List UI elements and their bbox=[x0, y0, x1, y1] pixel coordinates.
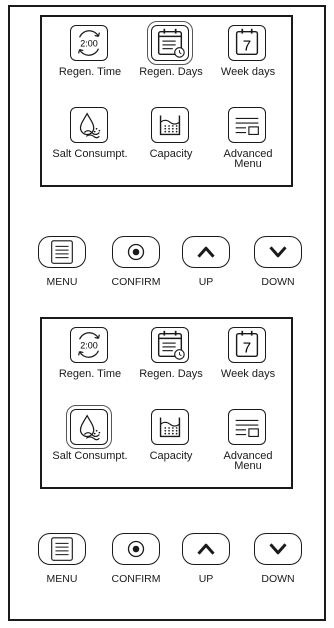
capacity-tank-icon bbox=[151, 409, 189, 445]
button-label: CONFIRM bbox=[111, 276, 161, 288]
advanced-menu-icon bbox=[228, 409, 266, 445]
calendar-day-icon: 7 bbox=[228, 327, 266, 363]
menu-item-label: Capacity bbox=[149, 450, 193, 462]
down-button-1[interactable]: DOWN bbox=[254, 236, 302, 288]
menu-item-capacity[interactable]: Capacity bbox=[133, 403, 209, 483]
menu-item-label: Regen. Time bbox=[58, 368, 122, 380]
capacity-tank-icon bbox=[151, 107, 189, 143]
week-days-icon-text: 7 bbox=[243, 38, 251, 55]
menu-button-1[interactable]: MENU bbox=[38, 236, 86, 288]
chevron-down-icon bbox=[254, 533, 302, 565]
menu-item-regen-days[interactable]: Regen. Days bbox=[133, 321, 209, 401]
chevron-up-icon bbox=[182, 533, 230, 565]
menu-item-label: Week days bbox=[220, 368, 276, 380]
up-button-1[interactable]: UP bbox=[182, 236, 230, 288]
menu-item-regen-days[interactable]: Regen. Days bbox=[133, 19, 209, 99]
calendar-day-icon: 7 bbox=[228, 25, 266, 61]
menu-item-label: Salt Consumpt. bbox=[52, 450, 128, 462]
menu-item-label: Regen. Time bbox=[58, 66, 122, 78]
button-label: DOWN bbox=[261, 573, 295, 585]
menu-item-week-days[interactable]: 7 Week days bbox=[210, 321, 286, 401]
menu-item-week-days[interactable]: 7 Week days bbox=[210, 19, 286, 99]
advanced-menu-icon bbox=[228, 107, 266, 143]
menu-item-regen-time[interactable]: 2:00 Regen. Time bbox=[52, 321, 128, 401]
display-screen-2: 2:00 Regen. Time Regen. Days 7 Week days… bbox=[40, 317, 293, 489]
menu-item-advanced-menu[interactable]: Advanced Menu bbox=[210, 403, 286, 483]
button-label: CONFIRM bbox=[111, 573, 161, 585]
menu-item-advanced-menu[interactable]: Advanced Menu bbox=[210, 101, 286, 181]
chevron-down-icon bbox=[254, 236, 302, 268]
menu-item-salt-consumption[interactable]: Salt Consumpt. bbox=[52, 101, 128, 181]
button-label: MENU bbox=[46, 573, 78, 585]
menu-item-label: Salt Consumpt. bbox=[52, 148, 128, 160]
confirm-button-2[interactable]: CONFIRM bbox=[112, 533, 161, 585]
button-label: UP bbox=[198, 573, 214, 585]
down-button-2[interactable]: DOWN bbox=[254, 533, 302, 585]
confirm-dot-icon bbox=[112, 533, 160, 565]
confirm-dot-icon bbox=[112, 236, 160, 268]
display-screen-1: 2:00 Regen. Time Regen. Days 7 Week days… bbox=[40, 15, 293, 187]
week-days-icon-text: 7 bbox=[243, 340, 251, 357]
clock-refresh-icon: 2:00 bbox=[70, 25, 108, 61]
regen-time-icon-text: 2:00 bbox=[80, 38, 97, 48]
calendar-clock-icon bbox=[147, 21, 193, 65]
salt-drop-icon bbox=[70, 107, 108, 143]
menu-lines-icon bbox=[38, 533, 86, 565]
menu-item-label: Advanced Menu bbox=[223, 148, 273, 170]
confirm-button-1[interactable]: CONFIRM bbox=[112, 236, 161, 288]
button-label: UP bbox=[198, 276, 214, 288]
menu-item-label: Week days bbox=[220, 66, 276, 78]
chevron-up-icon bbox=[182, 236, 230, 268]
menu-lines-icon bbox=[38, 236, 86, 268]
regen-time-icon-text: 2:00 bbox=[80, 340, 97, 350]
menu-item-salt-consumption[interactable]: Salt Consumpt. bbox=[52, 403, 128, 483]
menu-item-capacity[interactable]: Capacity bbox=[133, 101, 209, 181]
menu-item-label: Capacity bbox=[149, 148, 193, 160]
salt-drop-icon bbox=[66, 405, 112, 449]
button-label: MENU bbox=[46, 276, 78, 288]
clock-refresh-icon: 2:00 bbox=[70, 327, 108, 363]
menu-item-label: Regen. Days bbox=[139, 368, 203, 380]
menu-item-label: Advanced Menu bbox=[223, 450, 273, 472]
menu-item-label: Regen. Days bbox=[139, 66, 203, 78]
up-button-2[interactable]: UP bbox=[182, 533, 230, 585]
button-label: DOWN bbox=[261, 276, 295, 288]
menu-button-2[interactable]: MENU bbox=[38, 533, 86, 585]
calendar-clock-icon bbox=[151, 327, 189, 363]
menu-item-regen-time[interactable]: 2:00 Regen. Time bbox=[52, 19, 128, 99]
